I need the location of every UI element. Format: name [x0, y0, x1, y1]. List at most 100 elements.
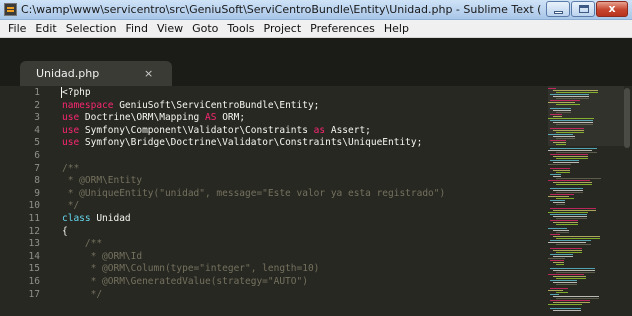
minimap-line	[548, 102, 575, 103]
minimap-line	[556, 204, 565, 205]
minimap-line	[556, 278, 586, 279]
minimap-line	[548, 196, 569, 197]
code-line[interactable]: * @UniqueEntity("unidad", message="Este …	[62, 187, 446, 199]
minimap-line	[548, 88, 556, 89]
code-line[interactable]: * @ORM\GeneratedValue(strategy="AUTO")	[62, 276, 308, 287]
menu-project[interactable]: Project	[260, 22, 306, 35]
minimap-line	[556, 192, 583, 193]
code-view[interactable]: <?php namespace GeniuSoft\ServiCentroBund…	[62, 86, 562, 316]
tab-unidad-php[interactable]: Unidad.php ×	[20, 61, 172, 86]
minimap-line	[550, 108, 571, 109]
menu-view[interactable]: View	[153, 22, 187, 35]
code-token: Unidad	[90, 213, 131, 224]
menu-selection[interactable]: Selection	[62, 22, 121, 35]
minimap-line	[556, 284, 577, 285]
line-number: 14	[28, 250, 40, 262]
code-line[interactable]: {	[62, 226, 68, 237]
code-token: * @ORM\GeneratedValue(strategy="AUTO")	[62, 276, 308, 287]
code-line[interactable]: * @ORM\Entity	[62, 175, 142, 186]
line-number: 7	[34, 162, 40, 174]
maximize-icon	[579, 5, 589, 13]
menu-find[interactable]: Find	[121, 22, 152, 35]
line-number: 6	[34, 150, 40, 161]
code-line[interactable]: <?php	[62, 87, 91, 98]
code-token: * @ORM\Column(type="integer", length=10)	[62, 263, 320, 275]
minimap-line	[550, 128, 584, 129]
code-token: GeniuSoft\ServiCentroBundle\Entity;	[113, 99, 320, 111]
minimap-line	[548, 258, 565, 259]
minimap-line	[550, 168, 570, 169]
editor-area[interactable]: 1 2 3 4 5 6 7 8 9 10 11 12 13 14 15 16 17 <?php namespace…	[0, 86, 632, 316]
code-line[interactable]: /**	[62, 163, 79, 174]
minimap-line	[550, 160, 579, 161]
minimap-line	[556, 218, 587, 219]
code-token: ORM;	[216, 112, 246, 124]
minimap-line	[553, 282, 577, 283]
code-token: * @UniqueEntity("unidad", message="Este …	[62, 187, 446, 199]
minimap-line	[550, 308, 581, 309]
minimap-line	[550, 234, 560, 235]
minimap-line	[556, 172, 570, 173]
minimap-line	[556, 252, 582, 253]
minimap-line	[550, 174, 561, 175]
line-number: 1	[34, 87, 40, 98]
close-button[interactable]: x	[596, 1, 628, 17]
minimap-line	[548, 150, 592, 151]
minimap-line	[548, 212, 588, 213]
minimap-line	[553, 236, 600, 237]
minimap-line	[548, 118, 594, 119]
code-token: use	[62, 124, 80, 136]
minimap-line	[550, 300, 590, 301]
minimap-line	[553, 122, 593, 123]
minimap-line	[550, 294, 559, 295]
minimap-line	[556, 232, 569, 233]
minimize-icon	[554, 11, 563, 14]
minimize-button[interactable]	[546, 1, 570, 17]
minimap-line	[556, 198, 574, 199]
menu-help[interactable]: Help	[380, 22, 413, 35]
tab-close-icon[interactable]: ×	[144, 67, 153, 80]
code-line[interactable]: use Doctrine\ORM\Mapping AS ORM;	[62, 112, 245, 123]
minimap-line	[550, 114, 562, 115]
minimap[interactable]	[548, 86, 624, 316]
minimap-line	[553, 156, 588, 157]
code-token: /**	[62, 238, 103, 250]
minimap-line	[548, 180, 590, 181]
code-line[interactable]: use Symfony\Component\Validator\Constrai…	[62, 125, 371, 136]
sublime-app-icon[interactable]	[4, 3, 17, 16]
code-token: Symfony\Component\Validator\Constraints	[79, 124, 314, 136]
code-token: Assert;	[325, 124, 371, 136]
minimap-line	[550, 288, 568, 289]
minimap-line	[556, 224, 578, 225]
vertical-scrollbar[interactable]	[624, 88, 630, 148]
code-line[interactable]: */	[62, 289, 102, 300]
code-line[interactable]: namespace GeniuSoft\ServiCentroBundle\En…	[62, 100, 319, 111]
minimap-line	[553, 310, 581, 311]
menu-preferences[interactable]: Preferences	[306, 22, 379, 35]
menu-goto[interactable]: Goto	[188, 22, 222, 35]
minimap-line	[556, 152, 597, 153]
line-number: 10	[28, 200, 40, 212]
minimap-line	[548, 274, 584, 275]
code-line[interactable]: * @ORM\Id	[62, 251, 142, 262]
code-line[interactable]: class Unidad	[62, 213, 131, 224]
tab-strip: Unidad.php ×	[0, 38, 632, 86]
line-number: 16	[28, 276, 40, 287]
code-line[interactable]: */	[62, 200, 79, 211]
maximize-button[interactable]	[571, 1, 595, 17]
minimap-line	[556, 92, 598, 93]
code-line[interactable]: /**	[62, 238, 102, 249]
code-line[interactable]: use Symfony\Bridge\Doctrine\Validator\Co…	[62, 137, 422, 148]
line-number: 2	[34, 99, 40, 111]
code-line[interactable]: * @ORM\Column(type="integer", length=10)	[62, 263, 320, 275]
line-number: 3	[34, 112, 40, 124]
menu-edit[interactable]: Edit	[31, 22, 60, 35]
minimap-line	[556, 178, 601, 179]
code-token: namespace	[62, 99, 114, 111]
menu-file[interactable]: File	[4, 22, 30, 35]
menu-tools[interactable]: Tools	[223, 22, 258, 35]
minimap-line	[550, 140, 566, 141]
menu-bar: File Edit Selection Find View Goto Tools…	[0, 20, 632, 38]
text-cursor	[61, 87, 62, 98]
code-token: class	[62, 213, 91, 224]
